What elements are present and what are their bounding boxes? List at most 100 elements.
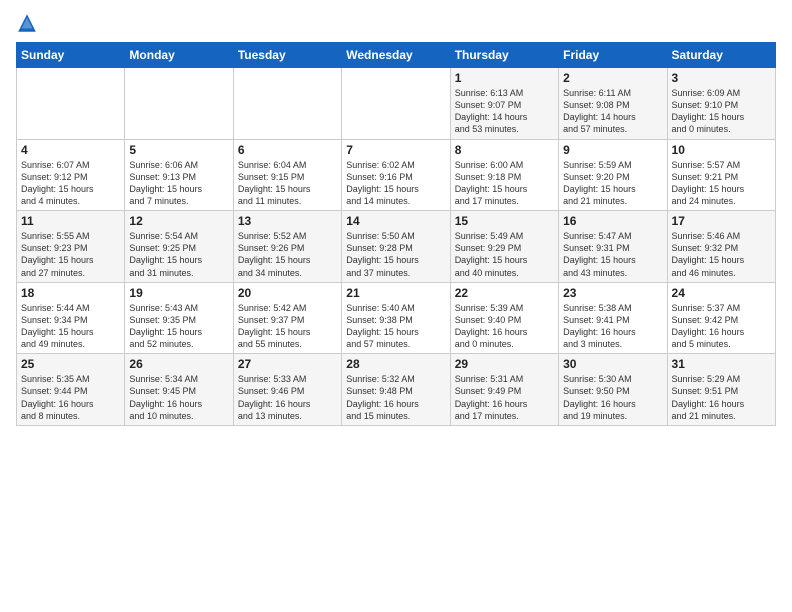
calendar-cell: 11 Sunrise: 5:55 AM Sunset: 9:23 PM Dayli…	[17, 211, 125, 283]
day-number: 21	[346, 286, 445, 300]
calendar-cell: 16Sunrise: 5:47 AM Sunset: 9:31 PM Dayli…	[559, 211, 667, 283]
day-number: 18	[21, 286, 120, 300]
day-info: Sunrise: 5:33 AM Sunset: 9:46 PM Dayligh…	[238, 373, 337, 422]
day-info: Sunrise: 5:52 AM Sunset: 9:26 PM Dayligh…	[238, 230, 337, 279]
day-info: Sunrise: 5:39 AM Sunset: 9:40 PM Dayligh…	[455, 302, 554, 351]
day-info: Sunrise: 5:31 AM Sunset: 9:49 PM Dayligh…	[455, 373, 554, 422]
day-number: 6	[238, 143, 337, 157]
calendar-cell: 27Sunrise: 5:33 AM Sunset: 9:46 PM Dayli…	[233, 354, 341, 426]
day-number: 20	[238, 286, 337, 300]
day-number: 17	[672, 214, 771, 228]
calendar-cell	[125, 68, 233, 140]
day-number: 7	[346, 143, 445, 157]
day-number: 24	[672, 286, 771, 300]
day-number: 22	[455, 286, 554, 300]
day-info: Sunrise: 5:32 AM Sunset: 9:48 PM Dayligh…	[346, 373, 445, 422]
calendar-cell: 14Sunrise: 5:50 AM Sunset: 9:28 PM Dayli…	[342, 211, 450, 283]
page: SundayMondayTuesdayWednesdayThursdayFrid…	[0, 0, 792, 612]
calendar-cell: 21 Sunrise: 5:40 AM Sunset: 9:38 PM Dayli…	[342, 282, 450, 354]
day-info: Sunrise: 5:57 AM Sunset: 9:21 PM Dayligh…	[672, 159, 771, 208]
day-number: 8	[455, 143, 554, 157]
calendar-cell: 6 Sunrise: 6:04 AM Sunset: 9:15 PM Daylig…	[233, 139, 341, 211]
day-info: Sunrise: 5:46 AM Sunset: 9:32 PM Dayligh…	[672, 230, 771, 279]
calendar-cell: 12Sunrise: 5:54 AM Sunset: 9:25 PM Dayli…	[125, 211, 233, 283]
calendar-week-1: 1 Sunrise: 6:13 AM Sunset: 9:07 PM Daylig…	[17, 68, 776, 140]
day-number: 14	[346, 214, 445, 228]
calendar-header-sunday: Sunday	[17, 43, 125, 68]
calendar-cell: 7Sunrise: 6:02 AM Sunset: 9:16 PM Daylig…	[342, 139, 450, 211]
day-info: Sunrise: 6:13 AM Sunset: 9:07 PM Dayligh…	[455, 87, 554, 136]
calendar-header-saturday: Saturday	[667, 43, 775, 68]
calendar-cell: 31 Sunrise: 5:29 AM Sunset: 9:51 PM Dayli…	[667, 354, 775, 426]
day-number: 1	[455, 71, 554, 85]
day-info: Sunrise: 5:37 AM Sunset: 9:42 PM Dayligh…	[672, 302, 771, 351]
day-info: Sunrise: 6:06 AM Sunset: 9:13 PM Dayligh…	[129, 159, 228, 208]
logo	[16, 12, 42, 34]
day-info: Sunrise: 5:59 AM Sunset: 9:20 PM Dayligh…	[563, 159, 662, 208]
calendar-cell: 17 Sunrise: 5:46 AM Sunset: 9:32 PM Dayli…	[667, 211, 775, 283]
calendar-week-4: 18 Sunrise: 5:44 AM Sunset: 9:34 PM Dayli…	[17, 282, 776, 354]
day-info: Sunrise: 5:55 AM Sunset: 9:23 PM Dayligh…	[21, 230, 120, 279]
calendar-header-thursday: Thursday	[450, 43, 558, 68]
day-number: 13	[238, 214, 337, 228]
calendar-week-5: 25Sunrise: 5:35 AM Sunset: 9:44 PM Dayli…	[17, 354, 776, 426]
day-number: 25	[21, 357, 120, 371]
calendar-cell: 8Sunrise: 6:00 AM Sunset: 9:18 PM Daylig…	[450, 139, 558, 211]
calendar-header-wednesday: Wednesday	[342, 43, 450, 68]
calendar-week-3: 11 Sunrise: 5:55 AM Sunset: 9:23 PM Dayli…	[17, 211, 776, 283]
day-info: Sunrise: 5:44 AM Sunset: 9:34 PM Dayligh…	[21, 302, 120, 351]
calendar-header-tuesday: Tuesday	[233, 43, 341, 68]
day-info: Sunrise: 5:40 AM Sunset: 9:38 PM Dayligh…	[346, 302, 445, 351]
day-info: Sunrise: 5:47 AM Sunset: 9:31 PM Dayligh…	[563, 230, 662, 279]
day-info: Sunrise: 5:49 AM Sunset: 9:29 PM Dayligh…	[455, 230, 554, 279]
calendar-cell: 5Sunrise: 6:06 AM Sunset: 9:13 PM Daylig…	[125, 139, 233, 211]
day-number: 29	[455, 357, 554, 371]
day-info: Sunrise: 5:38 AM Sunset: 9:41 PM Dayligh…	[563, 302, 662, 351]
calendar-cell: 19Sunrise: 5:43 AM Sunset: 9:35 PM Dayli…	[125, 282, 233, 354]
calendar-cell: 28 Sunrise: 5:32 AM Sunset: 9:48 PM Dayli…	[342, 354, 450, 426]
calendar-week-2: 4Sunrise: 6:07 AM Sunset: 9:12 PM Daylig…	[17, 139, 776, 211]
day-info: Sunrise: 5:30 AM Sunset: 9:50 PM Dayligh…	[563, 373, 662, 422]
calendar-cell	[342, 68, 450, 140]
day-number: 2	[563, 71, 662, 85]
day-number: 30	[563, 357, 662, 371]
calendar-cell	[233, 68, 341, 140]
header	[16, 12, 776, 34]
calendar-cell: 20 Sunrise: 5:42 AM Sunset: 9:37 PM Dayli…	[233, 282, 341, 354]
day-info: Sunrise: 6:04 AM Sunset: 9:15 PM Dayligh…	[238, 159, 337, 208]
calendar-cell: 3 Sunrise: 6:09 AM Sunset: 9:10 PM Daylig…	[667, 68, 775, 140]
calendar-cell: 13 Sunrise: 5:52 AM Sunset: 9:26 PM Dayli…	[233, 211, 341, 283]
day-number: 4	[21, 143, 120, 157]
day-number: 3	[672, 71, 771, 85]
day-info: Sunrise: 5:42 AM Sunset: 9:37 PM Dayligh…	[238, 302, 337, 351]
day-info: Sunrise: 6:11 AM Sunset: 9:08 PM Dayligh…	[563, 87, 662, 136]
day-number: 26	[129, 357, 228, 371]
calendar-cell: 10 Sunrise: 5:57 AM Sunset: 9:21 PM Dayli…	[667, 139, 775, 211]
day-number: 31	[672, 357, 771, 371]
day-number: 11	[21, 214, 120, 228]
logo-icon	[16, 12, 38, 34]
calendar-cell: 23 Sunrise: 5:38 AM Sunset: 9:41 PM Dayli…	[559, 282, 667, 354]
calendar-cell: 25Sunrise: 5:35 AM Sunset: 9:44 PM Dayli…	[17, 354, 125, 426]
day-number: 12	[129, 214, 228, 228]
calendar-cell: 9Sunrise: 5:59 AM Sunset: 9:20 PM Daylig…	[559, 139, 667, 211]
calendar-cell: 22 Sunrise: 5:39 AM Sunset: 9:40 PM Dayli…	[450, 282, 558, 354]
day-number: 19	[129, 286, 228, 300]
calendar-header-monday: Monday	[125, 43, 233, 68]
day-number: 10	[672, 143, 771, 157]
calendar-cell: 30 Sunrise: 5:30 AM Sunset: 9:50 PM Dayli…	[559, 354, 667, 426]
day-info: Sunrise: 6:09 AM Sunset: 9:10 PM Dayligh…	[672, 87, 771, 136]
calendar-header-row: SundayMondayTuesdayWednesdayThursdayFrid…	[17, 43, 776, 68]
calendar-header-friday: Friday	[559, 43, 667, 68]
day-number: 15	[455, 214, 554, 228]
day-info: Sunrise: 5:29 AM Sunset: 9:51 PM Dayligh…	[672, 373, 771, 422]
calendar-cell: 26 Sunrise: 5:34 AM Sunset: 9:45 PM Dayli…	[125, 354, 233, 426]
day-number: 28	[346, 357, 445, 371]
calendar-cell: 18 Sunrise: 5:44 AM Sunset: 9:34 PM Dayli…	[17, 282, 125, 354]
calendar-cell	[17, 68, 125, 140]
day-number: 23	[563, 286, 662, 300]
day-info: Sunrise: 5:34 AM Sunset: 9:45 PM Dayligh…	[129, 373, 228, 422]
calendar-cell: 15 Sunrise: 5:49 AM Sunset: 9:29 PM Dayli…	[450, 211, 558, 283]
calendar-table: SundayMondayTuesdayWednesdayThursdayFrid…	[16, 42, 776, 426]
calendar-cell: 1 Sunrise: 6:13 AM Sunset: 9:07 PM Daylig…	[450, 68, 558, 140]
